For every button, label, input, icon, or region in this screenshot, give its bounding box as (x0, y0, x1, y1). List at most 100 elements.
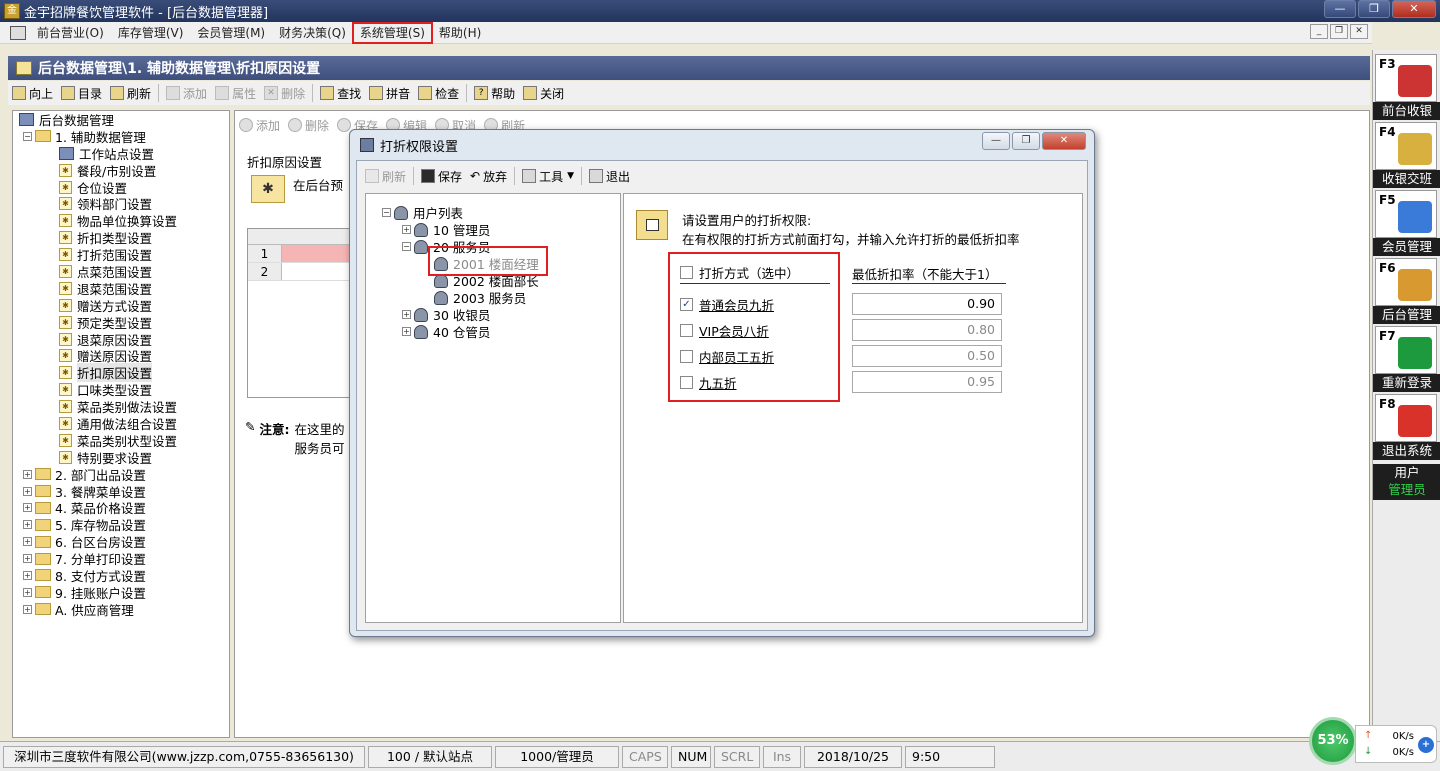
dialog-refresh-button[interactable]: 刷新 (361, 165, 410, 187)
collapse-icon[interactable]: − (402, 242, 411, 251)
tree-item[interactable]: ✱ 餐段/市别设置 (13, 162, 229, 179)
tree-group-1[interactable]: −1. 辅助数据管理 (13, 128, 229, 145)
tree-item[interactable]: ✱ 菜品类别状型设置 (13, 432, 229, 449)
menu-front-business[interactable]: 前台营业(O) (30, 23, 111, 43)
dialog-save-button[interactable]: 保存 (417, 165, 466, 187)
maximize-button[interactable]: ❐ (1358, 0, 1390, 18)
add-button[interactable]: 添加 (162, 82, 211, 104)
help-button[interactable]: ? 帮助 (470, 82, 519, 104)
tree-group[interactable]: +7. 分单打印设置 (13, 550, 229, 567)
tree-item[interactable]: ✱ 预定类型设置 (13, 314, 229, 331)
user-tree-root[interactable]: − 用户列表 (382, 204, 463, 221)
rate-input-1[interactable]: 0.80 (852, 319, 1002, 341)
user-group-warehouse[interactable]: +40 仓管员 (402, 323, 490, 340)
table-row[interactable]: 1 (248, 245, 356, 263)
tree-item[interactable]: ✱ 物品单位换算设置 (13, 212, 229, 229)
content-delete-button[interactable]: 删除 (284, 114, 333, 136)
content-add-button[interactable]: 添加 (235, 114, 284, 136)
table-row[interactable]: 2 (248, 263, 356, 281)
dialog-maximize-button[interactable]: ❐ (1012, 132, 1040, 150)
plus-icon[interactable]: + (1418, 737, 1434, 753)
menu-inventory[interactable]: 库存管理(V) (111, 23, 191, 43)
fkey-label[interactable]: 前台收银 (1373, 102, 1440, 120)
catalog-button[interactable]: 目录 (57, 82, 106, 104)
rate-input-2[interactable]: 0.50 (852, 345, 1002, 367)
expand-icon[interactable]: + (402, 225, 411, 234)
tree-group[interactable]: +3. 餐牌菜单设置 (13, 483, 229, 500)
expand-icon[interactable]: + (23, 554, 32, 564)
mdi-restore-button[interactable]: ❐ (1330, 24, 1348, 39)
expand-icon[interactable]: + (23, 486, 32, 496)
expand-icon[interactable]: + (23, 503, 32, 513)
tree-group[interactable]: +8. 支付方式设置 (13, 567, 229, 584)
expand-icon[interactable]: + (23, 587, 32, 597)
fkey-button-f5[interactable]: F5 (1375, 190, 1437, 238)
tree-item[interactable]: ✱ 仓位设置 (13, 179, 229, 196)
tree-group[interactable]: +4. 菜品价格设置 (13, 499, 229, 516)
menu-help[interactable]: 帮助(H) (432, 23, 488, 43)
expand-icon[interactable]: + (23, 604, 32, 614)
tree-item[interactable]: ✱ 退菜范围设置 (13, 280, 229, 297)
up-button[interactable]: 向上 (8, 82, 57, 104)
expand-icon[interactable]: + (23, 469, 32, 479)
refresh-button[interactable]: 刷新 (106, 82, 155, 104)
tree-item[interactable]: ✱ 打折范围设置 (13, 246, 229, 263)
tree-item[interactable]: ✱ 退菜原因设置 (13, 331, 229, 348)
expand-icon[interactable]: + (23, 537, 32, 547)
tree-item[interactable]: ✱ 折扣原因设置 (13, 363, 229, 383)
collapse-icon[interactable]: − (382, 208, 391, 217)
expand-icon[interactable]: + (402, 310, 411, 319)
fkey-button-f3[interactable]: F3 (1375, 54, 1437, 102)
menu-finance[interactable]: 财务决策(Q) (272, 23, 353, 43)
tree-item[interactable]: ✱ 通用做法组合设置 (13, 415, 229, 432)
dialog-minimize-button[interactable]: — (982, 132, 1010, 150)
tree-item[interactable]: ✱ 赠送方式设置 (13, 297, 229, 314)
rate-input-3[interactable]: 0.95 (852, 371, 1002, 393)
fkey-button-f4[interactable]: F4 (1375, 122, 1437, 170)
user-2003[interactable]: 2003 服务员 (434, 289, 526, 306)
fkey-label[interactable]: 退出系统 (1373, 442, 1440, 460)
find-button[interactable]: 查找 (316, 82, 365, 104)
tree-item[interactable]: ✱ 特别要求设置 (13, 449, 229, 466)
tree-group[interactable]: +2. 部门出品设置 (13, 466, 229, 483)
network-usage-widget[interactable]: 53% (1309, 717, 1357, 765)
tree-item[interactable]: ✱ 领料部门设置 (13, 195, 229, 212)
tree-item[interactable]: ✱ 赠送原因设置 (13, 347, 229, 364)
close-window-button[interactable]: ✕ (1392, 0, 1436, 18)
properties-button[interactable]: 属性 (211, 82, 260, 104)
mdi-minimize-button[interactable]: _ (1310, 24, 1328, 39)
tree-item[interactable]: ✱ 口味类型设置 (13, 381, 229, 398)
tree-item[interactable]: 工作站点设置 (13, 145, 229, 162)
expand-icon[interactable]: + (23, 520, 32, 530)
tree-item[interactable]: ✱ 点菜范围设置 (13, 263, 229, 280)
tree-item[interactable]: ✱ 折扣类型设置 (13, 229, 229, 246)
pinyin-button[interactable]: 拼音 (365, 82, 414, 104)
dialog-tools-button[interactable]: 工具 ▼ (518, 165, 578, 187)
user-group-admin[interactable]: +10 管理员 (402, 221, 490, 238)
fkey-button-f8[interactable]: F8 (1375, 394, 1437, 442)
fkey-label[interactable]: 收银交班 (1373, 170, 1440, 188)
system-menu-icon[interactable] (10, 25, 26, 40)
menu-members[interactable]: 会员管理(M) (190, 23, 272, 43)
menu-system[interactable]: 系统管理(S) (351, 21, 433, 44)
tree-group[interactable]: +5. 库存物品设置 (13, 516, 229, 533)
tree-group[interactable]: +6. 台区台房设置 (13, 533, 229, 550)
dialog-discard-button[interactable]: ↶ 放弃 (466, 165, 511, 187)
close-button[interactable]: 关闭 (519, 82, 568, 104)
dialog-close-button[interactable]: ✕ (1042, 132, 1086, 150)
tree-group[interactable]: +9. 挂账账户设置 (13, 584, 229, 601)
minimize-button[interactable]: — (1324, 0, 1356, 18)
fkey-label[interactable]: 重新登录 (1373, 374, 1440, 392)
tree-item[interactable]: ✱ 菜品类别做法设置 (13, 398, 229, 415)
delete-button[interactable]: ✕ 删除 (260, 82, 309, 104)
collapse-icon[interactable]: − (23, 131, 32, 141)
mdi-close-button[interactable]: ✕ (1350, 24, 1368, 39)
fkey-button-f6[interactable]: F6 (1375, 258, 1437, 306)
tree-root[interactable]: 后台数据管理 (13, 111, 229, 128)
fkey-label[interactable]: 会员管理 (1373, 238, 1440, 256)
fkey-label[interactable]: 后台管理 (1373, 306, 1440, 324)
dialog-exit-button[interactable]: 退出 (585, 165, 634, 187)
fkey-button-f7[interactable]: F7 (1375, 326, 1437, 374)
reason-grid[interactable]: 1 2 (247, 228, 357, 398)
rate-input-0[interactable]: 0.90 (852, 293, 1002, 315)
